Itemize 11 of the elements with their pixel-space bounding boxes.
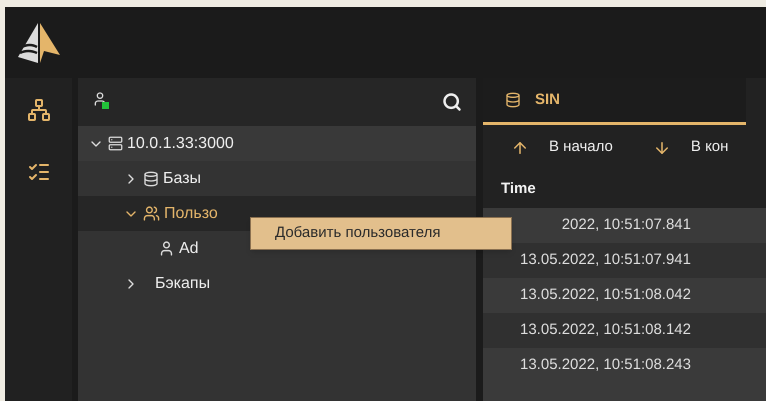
tree-label: Базы: [163, 168, 202, 188]
table-cell-text: 13.05.2022, 10:51:08.042: [519, 285, 691, 306]
table-cell-text: 13.05.2022, 10:51:07.941: [519, 250, 691, 270]
table-cell-text: 2022, 10:51:07.841: [560, 215, 691, 236]
table-cell-text: 13.05.2022, 10:51:08.243: [519, 355, 691, 376]
tree-label: Пользо: [164, 204, 218, 224]
tree-label: Ad: [179, 238, 199, 258]
tree-label: Бэкапы: [155, 274, 210, 294]
column-header: Time: [501, 178, 536, 199]
tree-label: 10.0.1.33:3000: [127, 134, 234, 154]
table-cell-text: 13.05.2022, 10:51:08.142: [519, 320, 691, 340]
